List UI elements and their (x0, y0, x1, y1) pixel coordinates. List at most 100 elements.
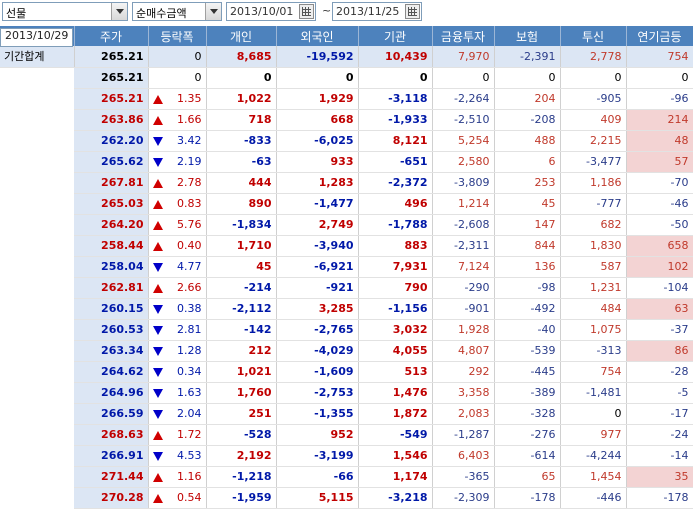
cell-pension: -24 (626, 424, 693, 446)
market-select[interactable]: 선물 (2, 2, 128, 21)
cell-financial-investment: -1,287 (432, 424, 495, 446)
cell-individual: 890 (206, 193, 277, 215)
col-header-insurance[interactable]: 보험 (494, 26, 561, 46)
date-from-value: 2013/10/01 (230, 5, 294, 18)
table-row[interactable]: 2013/11/25265.211.351,0221,929-3,118-2,2… (0, 28, 693, 110)
col-header-institution[interactable]: 기관 (358, 26, 433, 46)
cell-insurance: -178 (494, 487, 561, 509)
table-row[interactable]: 2013/11/12262.812.66-214-921790-290-981,… (0, 28, 693, 299)
metric-select[interactable]: 순매수금액 (132, 2, 222, 21)
table-row[interactable]: 2013/11/26265.2100000000 (0, 28, 693, 89)
col-header-foreign[interactable]: 외국인 (276, 26, 359, 46)
cell-price: 265.62 (74, 151, 149, 173)
table-row[interactable]: 2013/11/06264.620.341,021-1,609513292-44… (0, 28, 693, 383)
table-row[interactable]: 2013/11/13258.044.7745-6,9217,9317,12413… (0, 28, 693, 278)
col-header-individual[interactable]: 개인 (206, 26, 277, 46)
cell-insurance: 6 (494, 151, 561, 173)
cell-change: 0.83 (148, 193, 207, 215)
cell-date: 2013/10/29 (0, 28, 74, 47)
cell-trust: 977 (560, 424, 627, 446)
cell-trust: -446 (560, 487, 627, 509)
cell-trust: -313 (560, 340, 627, 362)
cell-individual: 1,710 (206, 235, 277, 257)
col-header-pension[interactable]: 연기금등 (626, 26, 693, 46)
chevron-down-icon[interactable] (205, 3, 221, 20)
table-row[interactable]: 2013/10/29 270.28 0.54 -1,959 5,115 -3,218 -2,… (0, 28, 693, 509)
cell-change: 1.63 (148, 382, 207, 404)
table-row[interactable]: 2013/11/04266.592.04251-1,3551,8722,083-… (0, 28, 693, 425)
cell-change-value: 3.42 (177, 134, 202, 147)
investor-trading-table: 일자 주가 등락폭 개인 외국인 기관 금융투자 보험 투신 연기금등 기간합계… (0, 26, 693, 509)
date-to-field[interactable]: 2013/11/25 (332, 2, 422, 21)
cell-foreign: 1,283 (276, 172, 359, 194)
chevron-down-icon[interactable] (111, 3, 127, 20)
col-header-change[interactable]: 등락폭 (148, 26, 207, 46)
cell-change: 1.72 (148, 424, 207, 446)
table-row[interactable]: 2013/11/07263.341.28212-4,0294,0554,807-… (0, 28, 693, 362)
summary-row[interactable]: 기간합계 265.21 0 8,685 -19,592 10,439 7,970… (0, 46, 693, 68)
cell-institution: -549 (358, 424, 433, 446)
cell-individual: -2,112 (206, 298, 277, 320)
calendar-icon[interactable] (405, 4, 420, 19)
cell-foreign: -3,199 (276, 445, 359, 467)
table-row[interactable]: 2013/10/30271.441.16-1,218-661,174-36565… (0, 28, 693, 488)
cell-trust: 1,830 (560, 235, 627, 257)
arrow-down-icon (152, 451, 163, 461)
cell-individual: 1,022 (206, 88, 277, 110)
cell-change: 2.81 (148, 319, 207, 341)
table-row[interactable]: 2013/11/01268.631.72-528952-549-1,287-27… (0, 28, 693, 446)
table-row[interactable]: 2013/10/31266.914.532,192-3,1991,5466,40… (0, 28, 693, 467)
cell-insurance: -614 (494, 445, 561, 467)
table-row[interactable]: 2013/11/18265.030.83890-1,4774961,21445-… (0, 28, 693, 215)
cell-institution: 1,872 (358, 403, 433, 425)
cell-change: 2.19 (148, 151, 207, 173)
col-header-trust[interactable]: 투신 (560, 26, 627, 46)
cell-price: 264.96 (74, 382, 149, 404)
arrow-down-icon (152, 262, 163, 272)
calendar-icon[interactable] (299, 4, 314, 19)
cell-pension: 214 (626, 109, 693, 131)
cell-individual: 718 (206, 109, 277, 131)
cell-financial-investment: -2,264 (432, 88, 495, 110)
arrow-down-icon (152, 157, 163, 167)
date-from-field[interactable]: 2013/10/01 (226, 2, 316, 21)
cell-change-value: 0.34 (177, 365, 202, 378)
table-row[interactable]: 2013/11/05264.961.631,760-2,7531,4763,35… (0, 28, 693, 404)
table-row[interactable]: 2013/11/14258.440.401,710-3,940883-2,311… (0, 28, 693, 257)
cell-insurance: -445 (494, 361, 561, 383)
cell-trust: 0 (560, 67, 627, 89)
cell-price: 268.63 (74, 424, 149, 446)
table-row[interactable]: 2013/11/11260.150.38-2,1123,285-1,156-90… (0, 28, 693, 320)
table-row[interactable]: 2013/11/15264.205.76-1,8342,749-1,788-2,… (0, 28, 693, 236)
col-header-price[interactable]: 주가 (74, 26, 149, 46)
cell-individual: -1,959 (206, 487, 277, 509)
cell-trust: 2,215 (560, 130, 627, 152)
cell-financial-investment: -2,309 (432, 487, 495, 509)
cell-institution: 790 (358, 277, 433, 299)
cell-pension: 57 (626, 151, 693, 173)
cell-foreign: 952 (276, 424, 359, 446)
cell-foreign: -1,355 (276, 403, 359, 425)
cell-insurance: 45 (494, 193, 561, 215)
market-select-value: 선물 (6, 7, 27, 20)
cell-change-value: 2.78 (177, 176, 202, 189)
table-row[interactable]: 2013/11/21262.203.42-833-6,0258,1215,254… (0, 28, 693, 152)
cell-insurance: -40 (494, 319, 561, 341)
cell-insurance: -276 (494, 424, 561, 446)
cell-foreign: -2,753 (276, 382, 359, 404)
cell-insurance: 147 (494, 214, 561, 236)
cell-change: 0 (148, 67, 207, 89)
arrow-up-icon (152, 472, 163, 482)
cell-change-value: 2.66 (177, 281, 202, 294)
cell-foreign: 2,749 (276, 214, 359, 236)
table-row[interactable]: 2013/11/19267.812.784441,283-2,372-3,809… (0, 28, 693, 194)
summary-insurance: -2,391 (494, 46, 561, 68)
cell-insurance: -208 (494, 109, 561, 131)
cell-institution: 496 (358, 193, 433, 215)
table-row[interactable]: 2013/11/08260.532.81-142-2,7653,0321,928… (0, 28, 693, 341)
table-row[interactable]: 2013/11/20265.622.19-63933-6512,5806-3,4… (0, 28, 693, 173)
col-header-financial-investment[interactable]: 금융투자 (432, 26, 495, 46)
cell-pension: -104 (626, 277, 693, 299)
cell-pension: 63 (626, 298, 693, 320)
table-row[interactable]: 2013/11/22263.861.66718668-1,933-2,510-2… (0, 28, 693, 131)
